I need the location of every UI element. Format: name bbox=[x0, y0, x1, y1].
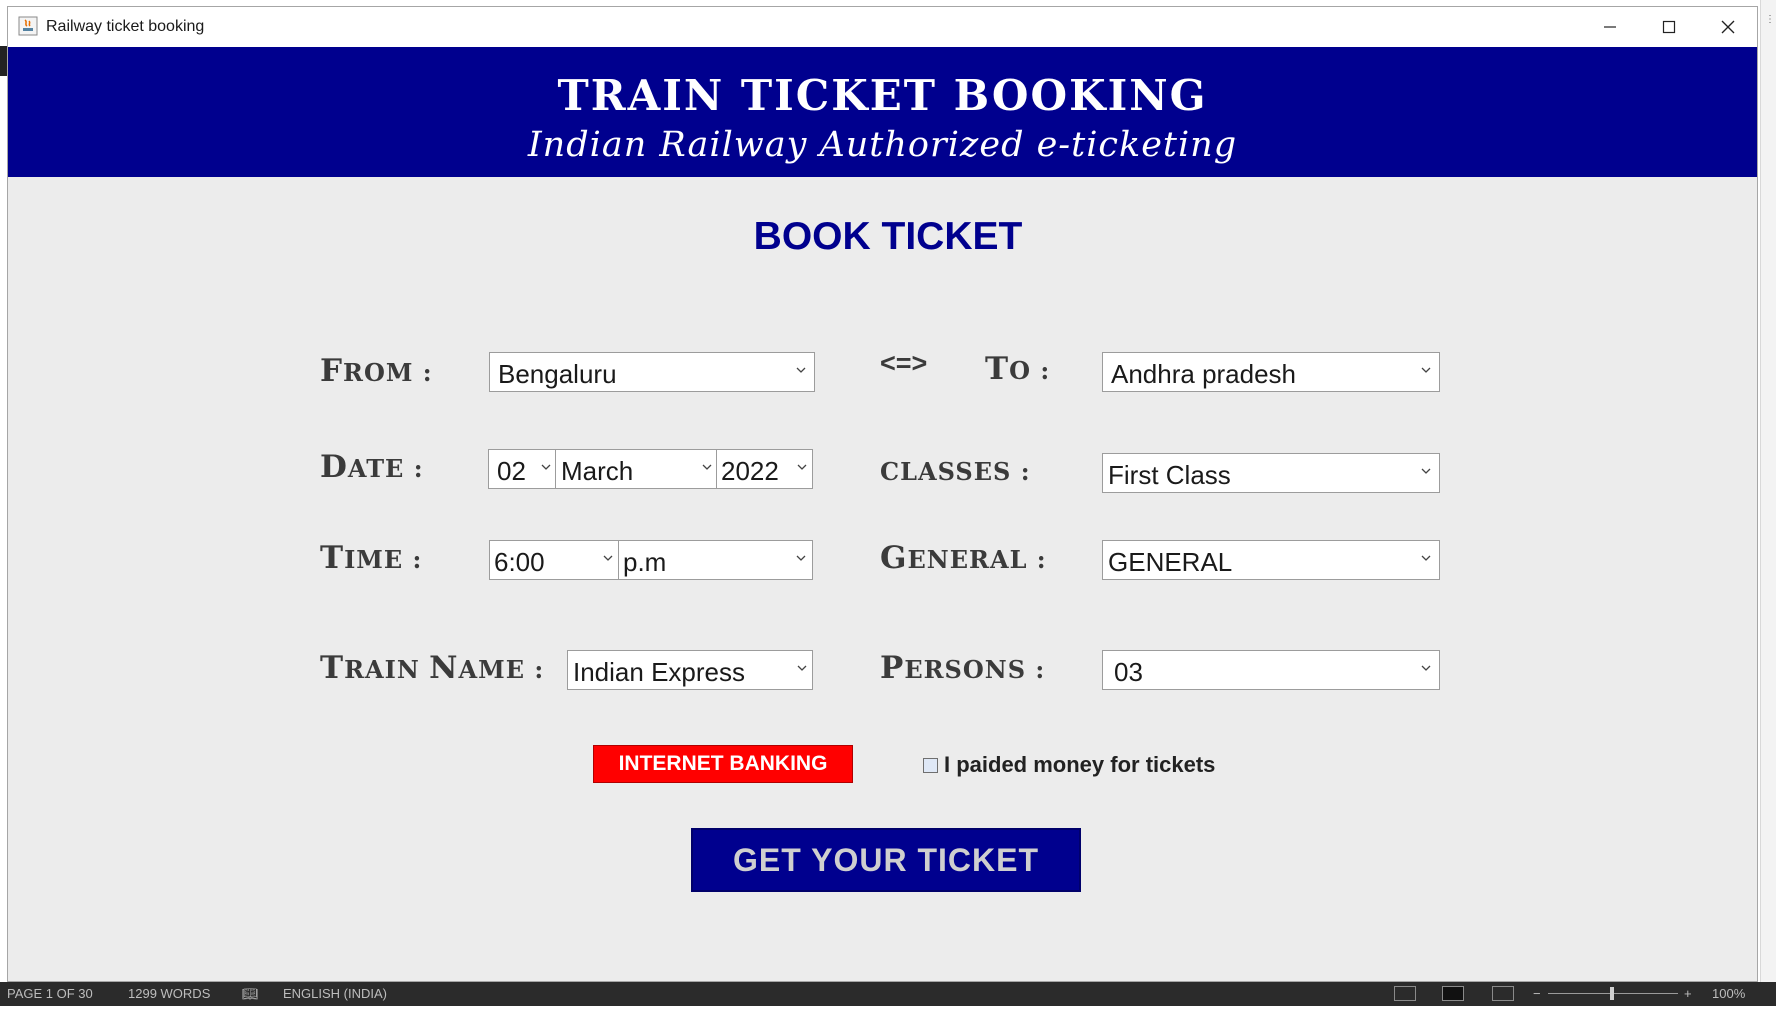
date-year-select[interactable]: 2022 bbox=[716, 449, 813, 489]
paid-checkbox-label[interactable]: I paided money for tickets bbox=[944, 752, 1215, 778]
date-label: DATE : bbox=[320, 449, 424, 485]
paid-checkbox-row[interactable]: I paided money for tickets bbox=[923, 752, 1215, 778]
train-name-label: TRAIN NAME : bbox=[320, 650, 545, 686]
window-title: Railway ticket booking bbox=[46, 18, 205, 35]
persons-select[interactable]: 03 bbox=[1102, 650, 1440, 690]
date-month-select[interactable]: March bbox=[555, 449, 717, 489]
header-banner: TRAIN TICKET BOOKING Indian Railway Auth… bbox=[8, 47, 1757, 177]
classes-select[interactable]: First Class bbox=[1102, 453, 1440, 493]
print-layout-icon[interactable] bbox=[1442, 986, 1464, 1001]
date-month-value: March bbox=[561, 456, 634, 486]
to-value: Andhra pradesh bbox=[1111, 359, 1297, 389]
general-select[interactable]: GENERAL bbox=[1102, 540, 1440, 580]
chevron-down-icon bbox=[796, 555, 806, 561]
paid-checkbox[interactable] bbox=[923, 757, 938, 773]
classes-label: CLASSES : bbox=[880, 457, 1031, 486]
chevron-down-icon bbox=[1421, 555, 1431, 561]
from-select[interactable]: Bengaluru bbox=[489, 352, 815, 392]
chevron-down-icon bbox=[797, 464, 807, 470]
maximize-button[interactable] bbox=[1640, 7, 1698, 47]
chevron-down-icon bbox=[541, 464, 551, 470]
zoom-slider-thumb[interactable] bbox=[1610, 987, 1614, 1000]
swap-symbol: <=> bbox=[880, 348, 928, 378]
time-label: TIME : bbox=[320, 540, 423, 576]
internet-banking-button[interactable]: INTERNET BANKING bbox=[593, 745, 853, 783]
background-app-scrollbar: ⋮ bbox=[1760, 0, 1776, 1006]
close-button[interactable] bbox=[1699, 7, 1757, 47]
java-app-icon bbox=[18, 16, 38, 36]
banner-subtitle: Indian Railway Authorized e-ticketing bbox=[527, 125, 1238, 165]
time-hour-select[interactable]: 6:00 bbox=[489, 540, 619, 580]
chevron-down-icon bbox=[796, 367, 806, 373]
general-label: GENERAL : bbox=[880, 540, 1047, 576]
to-label: TO : bbox=[985, 351, 1051, 387]
zoom-level[interactable]: 100% bbox=[1712, 986, 1745, 1001]
maximize-icon bbox=[1662, 20, 1676, 34]
general-value: GENERAL bbox=[1108, 547, 1233, 577]
word-count[interactable]: 1299 WORDS bbox=[128, 986, 210, 1001]
date-day-select[interactable]: 02 bbox=[488, 449, 556, 489]
background-status-bar: PAGE 1 OF 30 1299 WORDS 📖︎ ENGLISH (INDI… bbox=[0, 982, 1776, 1006]
chevron-down-icon bbox=[603, 555, 613, 561]
from-value: Bengaluru bbox=[498, 359, 617, 389]
language-indicator[interactable]: ENGLISH (INDIA) bbox=[283, 986, 387, 1001]
chevron-down-icon bbox=[1421, 468, 1431, 474]
zoom-out-icon[interactable]: − bbox=[1533, 986, 1541, 1001]
chevron-down-icon bbox=[702, 464, 712, 470]
time-period-value: p.m bbox=[623, 547, 667, 577]
persons-value: 03 bbox=[1114, 657, 1143, 687]
banner-title: TRAIN TICKET BOOKING bbox=[557, 71, 1208, 120]
classes-value: First Class bbox=[1108, 460, 1231, 490]
train-name-select[interactable]: Indian Express bbox=[567, 650, 813, 690]
proofing-icon[interactable]: 📖︎ bbox=[242, 986, 259, 1002]
web-layout-icon[interactable] bbox=[1492, 986, 1514, 1001]
time-period-select[interactable]: p.m bbox=[618, 540, 813, 580]
date-day-value: 02 bbox=[497, 456, 526, 486]
chevron-down-icon bbox=[797, 665, 807, 671]
chevron-down-icon bbox=[1421, 367, 1431, 373]
chevron-down-icon bbox=[1421, 665, 1431, 671]
minimize-button[interactable] bbox=[1581, 7, 1639, 47]
time-hour-value: 6:00 bbox=[494, 547, 545, 577]
close-icon bbox=[1721, 20, 1735, 34]
date-year-value: 2022 bbox=[721, 456, 779, 486]
zoom-in-icon[interactable]: + bbox=[1684, 986, 1692, 1001]
page-count[interactable]: PAGE 1 OF 30 bbox=[7, 986, 93, 1001]
minimize-icon bbox=[1604, 26, 1616, 28]
page-title: BOOK TICKET bbox=[753, 215, 1023, 258]
read-mode-icon[interactable] bbox=[1394, 986, 1416, 1001]
train-name-value: Indian Express bbox=[573, 657, 745, 687]
to-select[interactable]: Andhra pradesh bbox=[1102, 352, 1440, 392]
title-bar[interactable]: Railway ticket booking bbox=[8, 7, 1757, 47]
from-label: FROM : bbox=[320, 353, 433, 389]
get-ticket-button[interactable]: GET YOUR TICKET bbox=[691, 828, 1081, 892]
persons-label: PERSONS : bbox=[880, 650, 1046, 686]
